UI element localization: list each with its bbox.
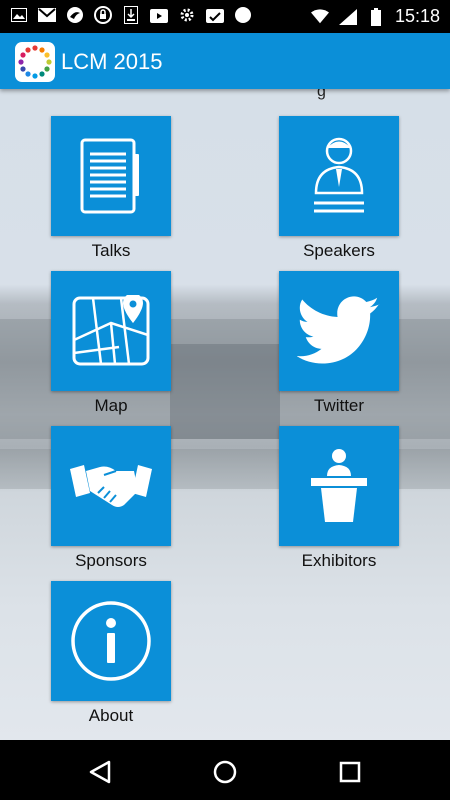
settings-gear-icon	[178, 6, 196, 24]
twitter-label: Twitter	[313, 396, 365, 415]
twitter-tile[interactable]	[279, 271, 399, 391]
twitter-icon	[297, 296, 380, 364]
lock-icon	[94, 6, 112, 24]
recents-icon[interactable]	[336, 758, 364, 786]
gmail-icon	[38, 6, 56, 24]
signal-icon	[338, 8, 357, 26]
home-grid[interactable]: g Talks Speakers Map Twitter Sponsors Ex…	[0, 89, 450, 740]
exhibitors-label: Exhibitors	[301, 551, 377, 570]
speaker-icon	[314, 137, 364, 213]
play-store-icon	[150, 6, 168, 24]
battery-icon	[367, 7, 385, 26]
exhibitors-tile[interactable]	[279, 426, 399, 546]
photos-icon	[206, 6, 224, 24]
navigation-bar	[0, 740, 450, 800]
image-icon	[10, 6, 28, 24]
wifi-icon	[310, 8, 329, 26]
home-icon[interactable]	[211, 758, 239, 786]
handshake-icon	[70, 465, 152, 507]
about-tile[interactable]	[51, 581, 171, 701]
sponsors-tile[interactable]	[51, 426, 171, 546]
bird-app-icon	[66, 6, 84, 24]
partial-label: g	[317, 89, 326, 100]
about-label: About	[88, 706, 134, 725]
app-bar: LCM 2015	[0, 33, 450, 89]
app-title: LCM 2015	[61, 49, 163, 74]
podium-icon	[311, 449, 367, 522]
speakers-label: Speakers	[303, 241, 375, 260]
document-icon	[80, 138, 139, 214]
app-logo-icon[interactable]	[15, 42, 55, 82]
sponsors-label: Sponsors	[75, 551, 147, 570]
talks-label: Talks	[91, 241, 131, 260]
circle-icon	[234, 6, 252, 24]
download-icon	[122, 6, 140, 24]
back-icon[interactable]	[86, 758, 114, 786]
background-building-center	[170, 344, 280, 439]
talks-tile[interactable]	[51, 116, 171, 236]
map-label: Map	[94, 396, 128, 415]
map-icon	[72, 295, 150, 366]
info-icon	[71, 601, 151, 681]
speakers-tile[interactable]	[279, 116, 399, 236]
status-bar: 15:18	[0, 0, 450, 33]
map-tile[interactable]	[51, 271, 171, 391]
notification-icons	[10, 6, 252, 24]
clock-time: 15:18	[394, 6, 440, 26]
